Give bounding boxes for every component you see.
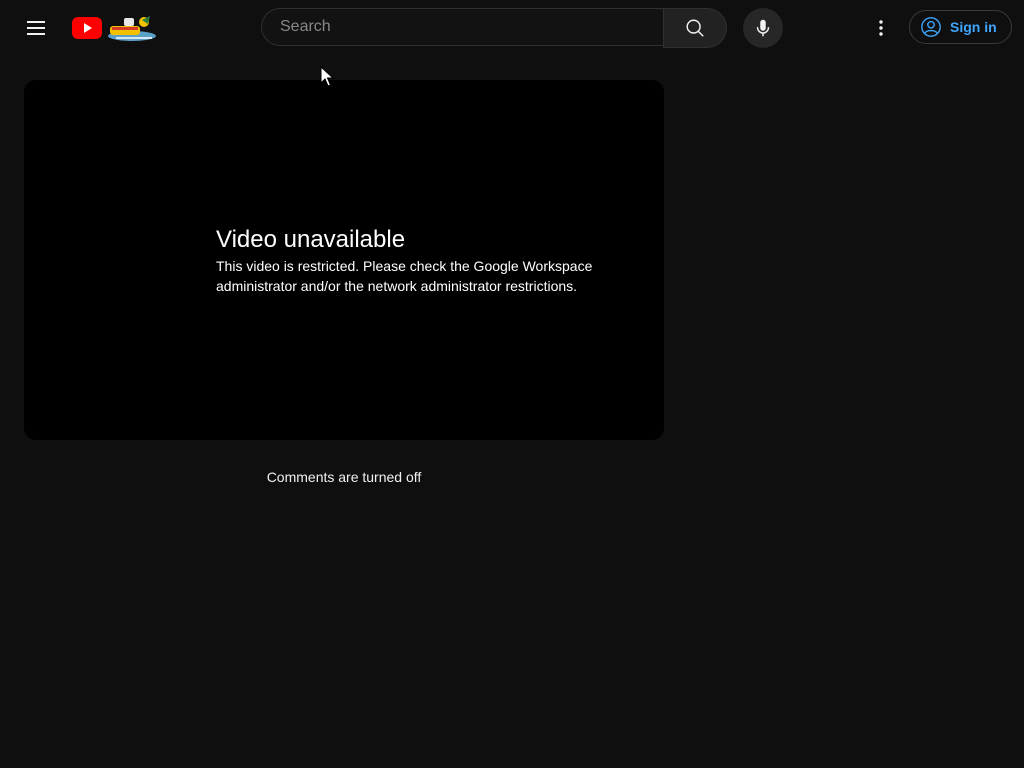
search-box[interactable] bbox=[261, 8, 663, 46]
top-bar: Sign in bbox=[0, 0, 1024, 56]
mouse-cursor-icon bbox=[320, 66, 334, 87]
sign-in-button[interactable]: Sign in bbox=[909, 10, 1012, 44]
video-player[interactable]: Video unavailable This video is restrict… bbox=[24, 80, 664, 440]
sign-in-label: Sign in bbox=[950, 19, 997, 35]
error-title: Video unavailable bbox=[216, 226, 406, 253]
settings-more-button[interactable] bbox=[861, 8, 901, 48]
voice-search-button[interactable] bbox=[743, 8, 783, 48]
account-circle-icon bbox=[921, 17, 941, 37]
comments-status: Comments are turned off bbox=[266, 469, 422, 485]
error-message: This video is restricted. Please check t… bbox=[216, 258, 593, 294]
search-bar bbox=[261, 8, 727, 48]
youtube-logo-link[interactable] bbox=[72, 12, 158, 44]
microphone-icon bbox=[756, 19, 770, 37]
hamburger-menu-icon bbox=[27, 21, 45, 35]
vertical-dots-icon bbox=[879, 20, 883, 36]
search-input[interactable] bbox=[278, 17, 663, 37]
doodle-icon bbox=[108, 16, 156, 41]
menu-button[interactable] bbox=[16, 8, 56, 48]
search-button[interactable] bbox=[663, 8, 727, 48]
youtube-logo-icon bbox=[72, 17, 102, 39]
search-icon bbox=[686, 19, 704, 37]
